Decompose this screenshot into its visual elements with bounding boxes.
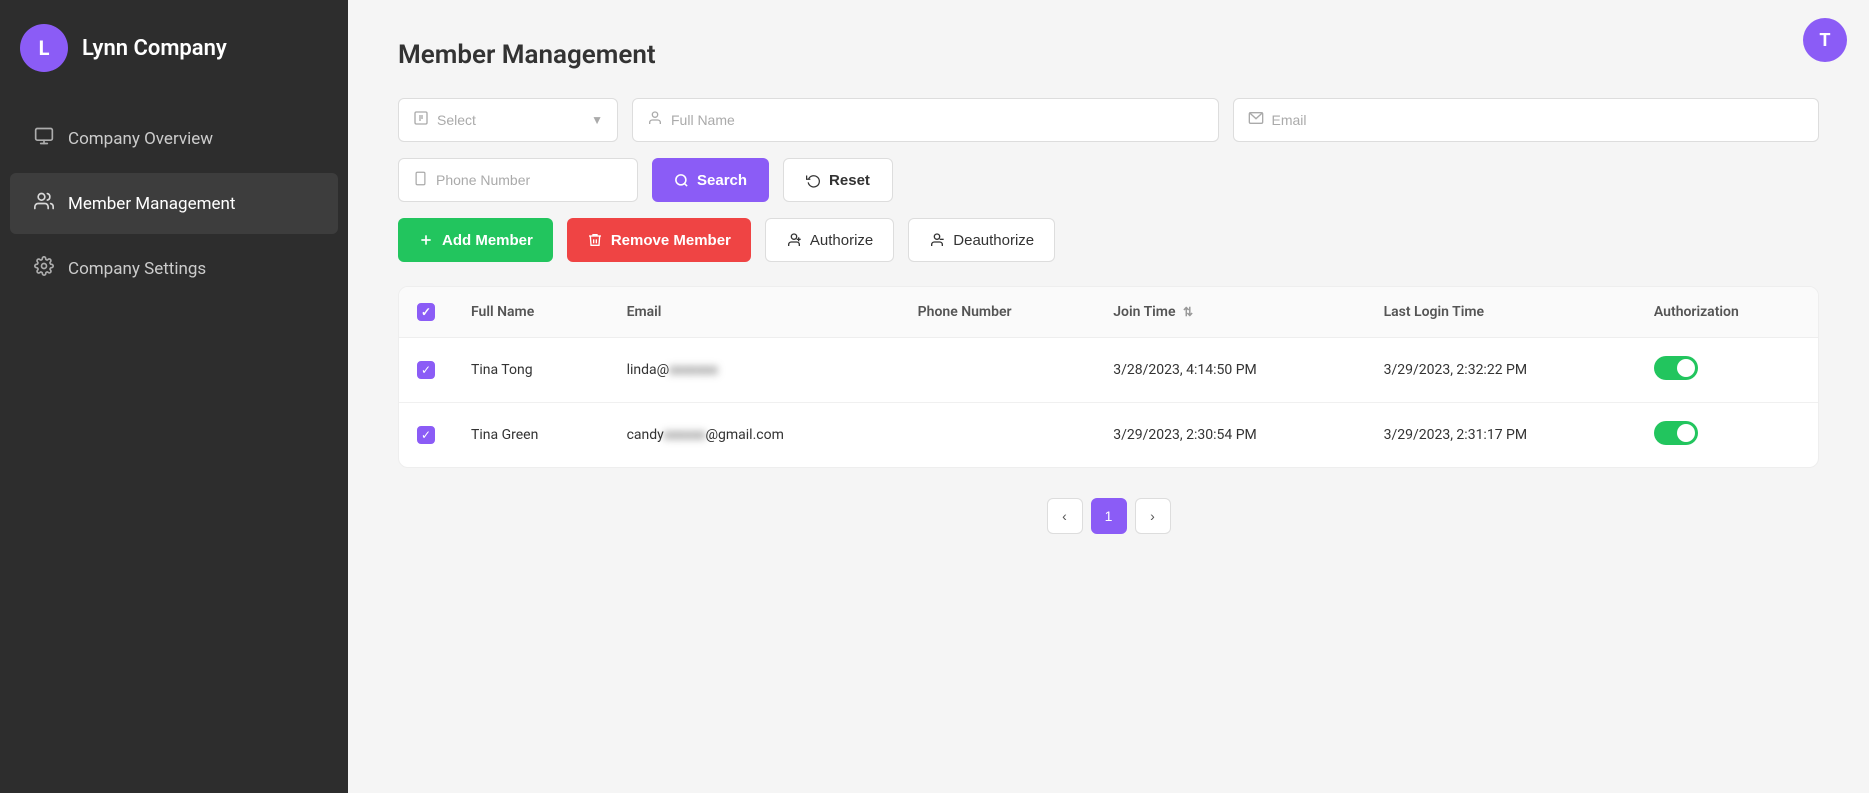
search-button[interactable]: Search: [652, 158, 769, 202]
sidebar-item-company-settings-label: Company Settings: [68, 259, 206, 279]
row-1-jointime: 3/28/2023, 4:14:50 PM: [1095, 338, 1365, 403]
row-1-authorization: [1636, 338, 1818, 403]
sidebar-item-member-management[interactable]: Member Management: [10, 173, 338, 234]
row-2-checkbox[interactable]: ✓: [417, 426, 435, 444]
remove-member-button[interactable]: Remove Member: [567, 218, 751, 262]
action-row: Add Member Remove Member Authorize Deaut…: [398, 218, 1819, 262]
row-2-toggle[interactable]: [1654, 421, 1698, 445]
prev-page-button[interactable]: ‹: [1047, 498, 1083, 534]
phone-input-wrapper: [398, 158, 638, 202]
email-input[interactable]: [1272, 112, 1805, 128]
member-management-icon: [34, 191, 54, 216]
row-2-lastlogin: 3/29/2023, 2:31:17 PM: [1366, 403, 1636, 468]
col-authorization: Authorization: [1636, 287, 1818, 338]
sidebar-header: L Lynn Company: [0, 0, 348, 96]
deauthorize-button[interactable]: Deauthorize: [908, 218, 1055, 262]
sidebar-item-company-settings[interactable]: Company Settings: [10, 238, 338, 299]
fullname-input[interactable]: [671, 112, 1204, 128]
select-icon: [413, 110, 429, 130]
row-1-toggle-track: [1654, 356, 1698, 380]
phone-input[interactable]: [436, 172, 623, 188]
next-page-button[interactable]: ›: [1135, 498, 1171, 534]
select-all-checkbox[interactable]: ✓: [417, 303, 435, 321]
row-1-fullname: Tina Tong: [453, 338, 609, 403]
sidebar-nav: Company Overview Member Management Compa…: [0, 96, 348, 311]
top-right-avatar[interactable]: T: [1803, 18, 1847, 62]
reset-button-label: Reset: [829, 172, 870, 189]
page-1-button[interactable]: 1: [1091, 498, 1127, 534]
row-2-toggle-track: [1654, 421, 1698, 445]
reset-button[interactable]: Reset: [783, 158, 893, 202]
email-icon: [1248, 110, 1264, 130]
col-lastlogin: Last Login Time: [1366, 287, 1636, 338]
page-title: Member Management: [398, 40, 1819, 70]
row-1-toggle[interactable]: [1654, 356, 1698, 380]
sidebar-item-member-management-label: Member Management: [68, 194, 235, 214]
table-row: ✓ Tina Tong linda@xxxxxxx 3/28/2023, 4:1…: [399, 338, 1818, 403]
sidebar-item-company-overview[interactable]: Company Overview: [10, 108, 338, 169]
row-2-jointime: 3/29/2023, 2:30:54 PM: [1095, 403, 1365, 468]
row-2-authorization: [1636, 403, 1818, 468]
row-1-toggle-thumb: [1677, 359, 1695, 377]
role-select-wrapper[interactable]: Select ▼: [398, 98, 618, 142]
col-email: Email: [609, 287, 900, 338]
sort-icon: ⇅: [1183, 305, 1193, 319]
phone-icon: [413, 171, 428, 190]
email-input-wrapper: [1233, 98, 1820, 142]
search-button-label: Search: [697, 172, 747, 189]
members-table: ✓ Full Name Email Phone Number Join Time…: [398, 286, 1819, 468]
remove-member-label: Remove Member: [611, 232, 731, 249]
company-settings-icon: [34, 256, 54, 281]
row-1-phone: [900, 338, 1096, 403]
add-member-button[interactable]: Add Member: [398, 218, 553, 262]
pagination: ‹ 1 ›: [398, 498, 1819, 534]
authorize-label: Authorize: [810, 232, 873, 249]
deauthorize-label: Deauthorize: [953, 232, 1034, 249]
company-avatar: L: [20, 24, 68, 72]
authorize-button[interactable]: Authorize: [765, 218, 894, 262]
row-1-email-blurred: xxxxxxx: [669, 362, 718, 378]
row-2-email-blurred: xxxxxx: [664, 427, 706, 443]
role-select[interactable]: Select: [437, 112, 583, 128]
main-content: Member Management Select ▼: [348, 0, 1869, 793]
person-icon: [647, 110, 663, 130]
filter-row-2: Search Reset: [398, 158, 1819, 202]
chevron-down-icon: ▼: [591, 113, 603, 127]
sidebar: L Lynn Company Company Overview Member M…: [0, 0, 348, 793]
company-overview-icon: [34, 126, 54, 151]
row-2-email: candyxxxxxx@gmail.com: [609, 403, 900, 468]
sidebar-item-company-overview-label: Company Overview: [68, 129, 213, 149]
col-jointime[interactable]: Join Time ⇅: [1095, 287, 1365, 338]
row-1-email: linda@xxxxxxx: [609, 338, 900, 403]
add-member-label: Add Member: [442, 232, 533, 249]
row-2-phone: [900, 403, 1096, 468]
row-2-fullname: Tina Green: [453, 403, 609, 468]
col-fullname: Full Name: [453, 287, 609, 338]
row-2-toggle-thumb: [1677, 424, 1695, 442]
company-name: Lynn Company: [82, 36, 227, 61]
table-row: ✓ Tina Green candyxxxxxx@gmail.com 3/29/…: [399, 403, 1818, 468]
filter-row-1: Select ▼: [398, 98, 1819, 142]
row-1-checkbox[interactable]: ✓: [417, 361, 435, 379]
col-phone: Phone Number: [900, 287, 1096, 338]
row-1-lastlogin: 3/29/2023, 2:32:22 PM: [1366, 338, 1636, 403]
fullname-input-wrapper: [632, 98, 1219, 142]
